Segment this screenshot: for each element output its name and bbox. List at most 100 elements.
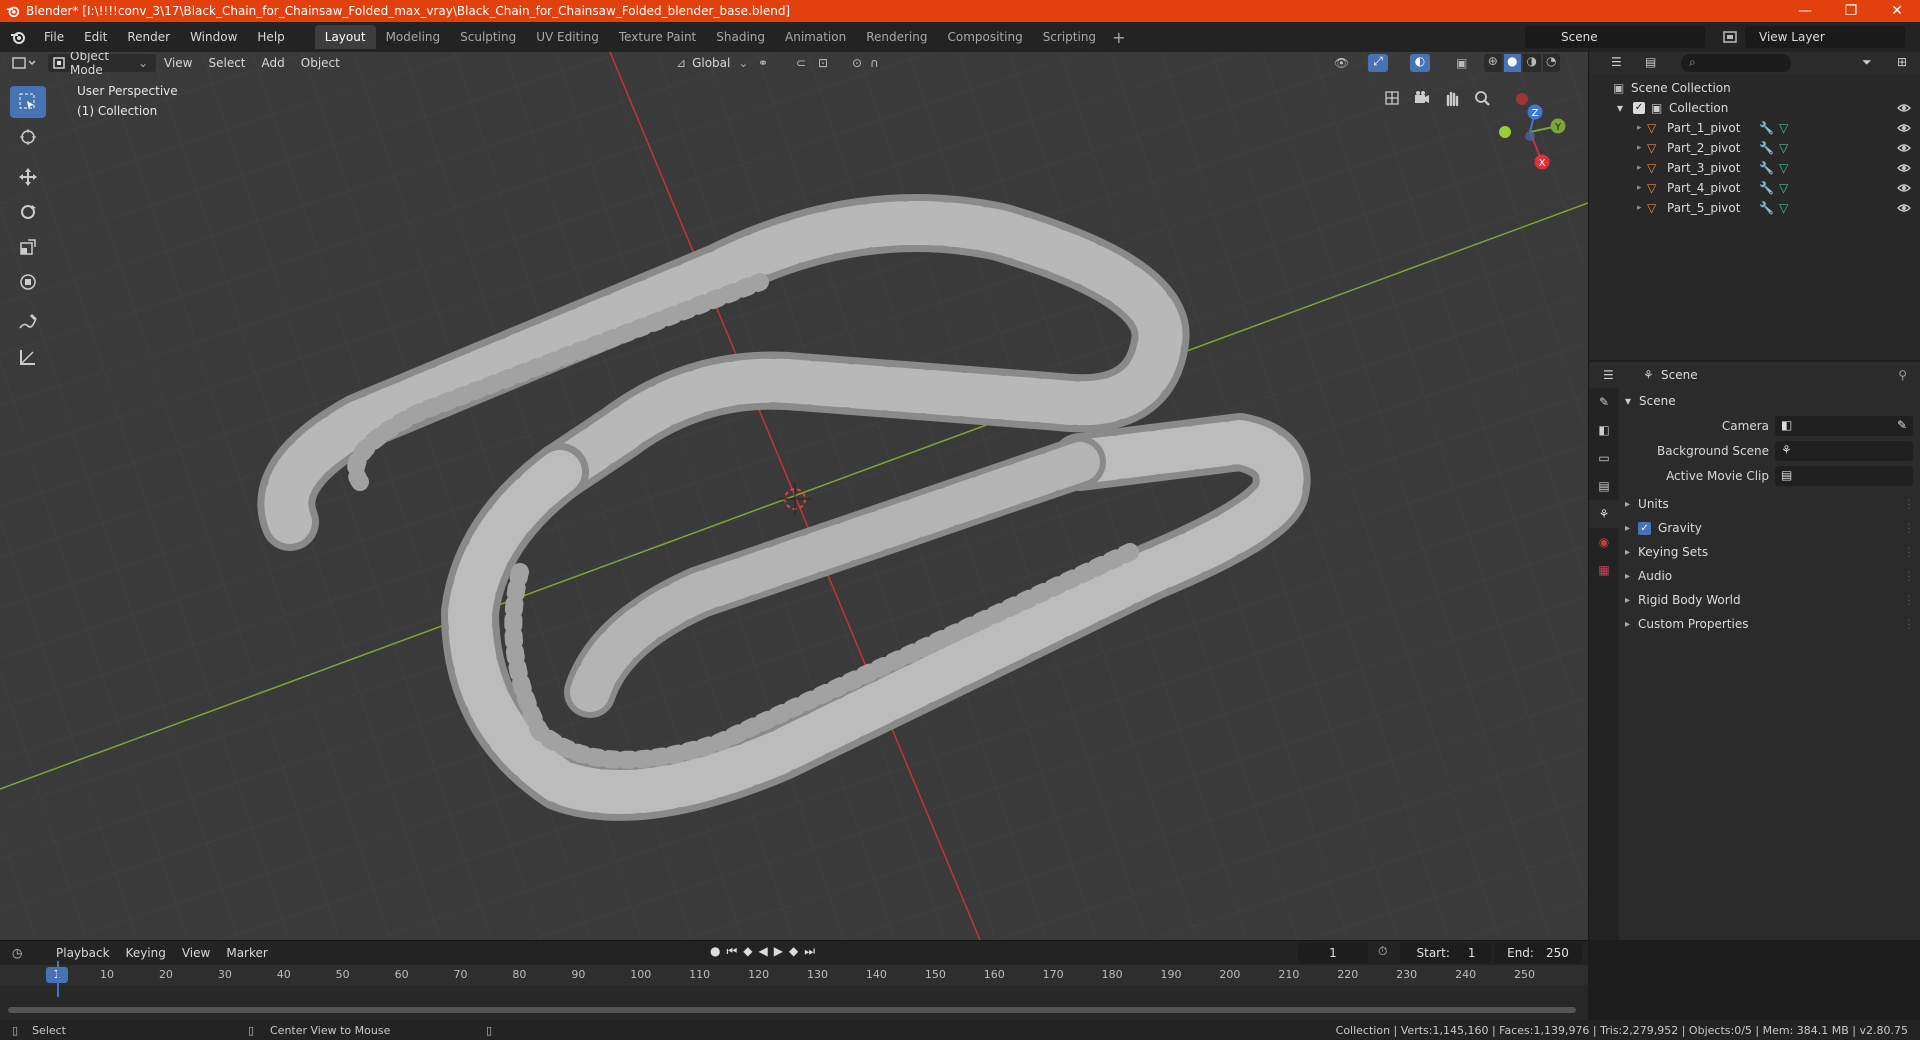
- move-tool[interactable]: [10, 161, 46, 193]
- outliner-row-collection[interactable]: ▾ ✓ ▣ Collection: [1589, 98, 1920, 118]
- eye-icon[interactable]: [1897, 201, 1911, 215]
- gizmo-toggle-icon[interactable]: ⤢: [1368, 54, 1388, 72]
- timeline-editor-icon[interactable]: ◷: [12, 946, 38, 960]
- end-frame-field[interactable]: End: 250: [1494, 943, 1582, 963]
- playhead-line[interactable]: [57, 961, 59, 997]
- expand-triangle-icon[interactable]: ▸: [1637, 183, 1642, 193]
- tab-scripting[interactable]: Scripting: [1033, 25, 1106, 49]
- viewport-menu-view[interactable]: View: [156, 54, 200, 72]
- panel-section[interactable]: ▸ Rigid Body World ⋮: [1625, 593, 1915, 607]
- prev-keyframe-icon[interactable]: ◆: [743, 944, 752, 959]
- proportional-edit-icon[interactable]: ⊙: [852, 56, 862, 70]
- mesh-data-icon[interactable]: ▽: [1779, 161, 1788, 175]
- scene-panel-header[interactable]: ▾ Scene: [1625, 394, 1915, 408]
- timeline-ruler[interactable]: 1102030405060708090100110120130140150160…: [0, 965, 1588, 985]
- field-input[interactable]: ◧ ✎: [1775, 416, 1913, 436]
- viewport-menu-object[interactable]: Object: [293, 54, 348, 72]
- eye-icon[interactable]: [1897, 141, 1911, 155]
- expand-triangle-icon[interactable]: ▸: [1637, 143, 1642, 153]
- tab-shading[interactable]: Shading: [706, 25, 775, 49]
- next-keyframe-icon[interactable]: ◆: [789, 944, 798, 959]
- tab-texture-paint[interactable]: Texture Paint: [609, 25, 706, 49]
- outliner-row-object[interactable]: ▸ ▽ Part_5_pivot 🔧 ▽: [1589, 198, 1920, 218]
- timeline-menu-playback[interactable]: Playback: [48, 946, 118, 960]
- filter-icon[interactable]: ⏷: [1862, 55, 1872, 70]
- visibility-icon[interactable]: 👁: [1334, 56, 1349, 70]
- panel-section[interactable]: ▸ Keying Sets ⋮: [1625, 545, 1915, 559]
- tab-animation[interactable]: Animation: [775, 25, 856, 49]
- panel-section[interactable]: ▸ Audio ⋮: [1625, 569, 1915, 583]
- field-input[interactable]: ⚘: [1775, 441, 1913, 461]
- gravity-checkbox[interactable]: ✓: [1638, 521, 1652, 535]
- tab-modeling[interactable]: Modeling: [376, 25, 451, 49]
- properties-editor-icon[interactable]: ☰: [1603, 368, 1614, 382]
- modifier-icon[interactable]: 🔧: [1759, 141, 1774, 155]
- rendered-shading-icon[interactable]: ◔: [1542, 54, 1560, 72]
- scale-tool[interactable]: [10, 231, 46, 263]
- play-reverse-icon[interactable]: ◀: [759, 944, 768, 959]
- 3d-viewport[interactable]: Z Y X Object Mode ⌄ View Select Add Obje…: [0, 52, 1588, 940]
- field-input[interactable]: ▤: [1775, 466, 1913, 486]
- minimize-button[interactable]: —: [1782, 0, 1828, 22]
- expand-triangle-icon[interactable]: ▸: [1637, 123, 1642, 133]
- tab-rendering[interactable]: Rendering: [856, 25, 937, 49]
- panel-section[interactable]: ▸ Units ⋮: [1625, 497, 1915, 511]
- panel-section[interactable]: ▸ ✓ Gravity ⋮: [1625, 521, 1915, 535]
- rotate-tool[interactable]: [10, 196, 46, 228]
- mesh-data-icon[interactable]: ▽: [1779, 181, 1788, 195]
- toggle-camera-view-icon[interactable]: [1380, 86, 1404, 110]
- drag-handle-icon[interactable]: ⋮: [1903, 593, 1915, 607]
- collection-checkbox[interactable]: ✓: [1633, 102, 1645, 114]
- outliner-search-input[interactable]: ⌕: [1681, 54, 1791, 72]
- view-layer-tab-icon[interactable]: ▤: [1589, 472, 1619, 500]
- jump-end-icon[interactable]: ⏭: [804, 944, 815, 959]
- tab-compositing[interactable]: Compositing: [937, 25, 1032, 49]
- outliner-row-object[interactable]: ▸ ▽ Part_1_pivot 🔧 ▽: [1589, 118, 1920, 138]
- texture-tab-icon[interactable]: ▦: [1589, 556, 1619, 584]
- viewport-menu-add[interactable]: Add: [254, 54, 293, 72]
- display-mode-icon[interactable]: ▤: [1645, 55, 1656, 69]
- outliner-editor-icon[interactable]: ☰: [1611, 55, 1622, 69]
- wireframe-shading-icon[interactable]: ⊕: [1484, 54, 1502, 72]
- drag-handle-icon[interactable]: ⋮: [1903, 569, 1915, 583]
- timeline-scrollbar[interactable]: [8, 1007, 1576, 1013]
- annotate-tool[interactable]: [10, 306, 46, 338]
- editor-type-icon[interactable]: [12, 55, 38, 71]
- cursor-tool[interactable]: [10, 121, 46, 153]
- scene-tab-icon[interactable]: ⚘: [1589, 500, 1619, 528]
- close-button[interactable]: ✕: [1874, 0, 1920, 22]
- viewport-menu-select[interactable]: Select: [200, 54, 253, 72]
- play-icon[interactable]: ▶: [774, 944, 783, 959]
- mesh-data-icon[interactable]: ▽: [1779, 121, 1788, 135]
- scene-selector[interactable]: Scene: [1525, 26, 1705, 48]
- xray-icon[interactable]: ▣: [1456, 56, 1467, 70]
- modifier-icon[interactable]: 🔧: [1759, 161, 1774, 175]
- mesh-data-icon[interactable]: ▽: [1779, 141, 1788, 155]
- modifier-icon[interactable]: 🔧: [1759, 201, 1774, 215]
- transform-orientation-dropdown[interactable]: ⊿ Global ⌄: [668, 54, 756, 72]
- gizmo-neg-x[interactable]: [1516, 93, 1528, 105]
- eye-icon[interactable]: [1897, 181, 1911, 195]
- view-layer-icon[interactable]: [1722, 29, 1738, 45]
- viewport-canvas[interactable]: Z Y X: [0, 52, 1588, 940]
- tab-sculpting[interactable]: Sculpting: [450, 25, 526, 49]
- camera-view-icon[interactable]: [1410, 86, 1434, 110]
- modifier-icon[interactable]: 🔧: [1759, 121, 1774, 135]
- maximize-button[interactable]: ❐: [1828, 0, 1874, 22]
- eye-icon[interactable]: [1897, 101, 1911, 115]
- menu-render[interactable]: Render: [117, 30, 180, 44]
- panel-section[interactable]: ▸ Custom Properties ⋮: [1625, 617, 1915, 631]
- measure-tool[interactable]: [10, 341, 46, 373]
- eyedropper-icon[interactable]: ✎: [1897, 418, 1907, 432]
- start-frame-field[interactable]: Start: 1: [1400, 943, 1492, 963]
- zoom-view-icon[interactable]: [1470, 86, 1494, 110]
- modifier-icon[interactable]: 🔧: [1759, 181, 1774, 195]
- outliner-row-scene-collection[interactable]: ▣ Scene Collection: [1589, 78, 1920, 98]
- timeline-body[interactable]: [0, 985, 1588, 1021]
- current-frame-field[interactable]: 1: [1298, 943, 1368, 963]
- drag-handle-icon[interactable]: ⋮: [1903, 521, 1915, 535]
- expand-triangle-icon[interactable]: ▸: [1637, 163, 1642, 173]
- mesh-data-icon[interactable]: ▽: [1779, 201, 1788, 215]
- blender-menu-icon[interactable]: [10, 29, 26, 45]
- drag-handle-icon[interactable]: ⋮: [1903, 497, 1915, 511]
